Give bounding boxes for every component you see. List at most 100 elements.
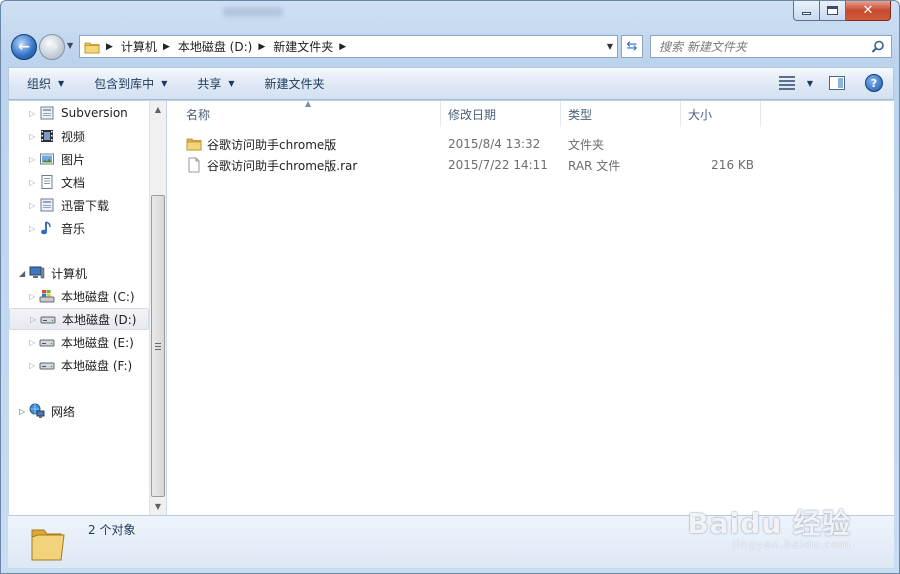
sidebar-item-drive-e[interactable]: ▷ 本地磁盘 (E:) [9, 331, 149, 353]
chevron-right-icon[interactable]: ▶ [258, 42, 265, 52]
recent-pages-dropdown[interactable]: ▼ [67, 41, 73, 50]
folder-icon [186, 138, 202, 151]
include-in-library-menu[interactable]: 包含到库中 ▼ [76, 68, 179, 99]
sidebar-item-subversion[interactable]: ▷ Subversion [9, 102, 149, 124]
collapse-arrow-icon[interactable]: ◢ [19, 269, 29, 278]
sidebar-item-drive-f[interactable]: ▷ 本地磁盘 (F:) [9, 354, 149, 376]
sidebar-item-computer[interactable]: ◢ 计算机 [9, 262, 149, 284]
expand-arrow-icon[interactable]: ▷ [29, 361, 39, 370]
new-folder-label: 新建文件夹 [264, 77, 325, 91]
sidebar-item-pictures[interactable]: ▷ 图片 [9, 148, 149, 170]
system-drive-icon [39, 290, 55, 303]
expand-arrow-icon[interactable]: ▷ [19, 407, 29, 416]
close-button[interactable]: ✕ [846, 1, 891, 21]
drive-icon [39, 362, 55, 370]
command-bar: 组织 ▼ 包含到库中 ▼ 共享 ▼ 新建文件夹 ▼ ? [8, 67, 894, 100]
chevron-right-icon[interactable]: ▶ [339, 42, 346, 52]
preview-pane-icon[interactable] [829, 76, 845, 90]
sidebar-item-label: 文档 [61, 175, 86, 190]
search-box[interactable] [650, 35, 892, 58]
sidebar-item-thunder-downloads[interactable]: ▷ 迅雷下载 [9, 194, 149, 216]
scroll-up-arrow-icon[interactable]: ▲ [150, 101, 166, 118]
expand-arrow-icon[interactable]: ▷ [29, 201, 39, 210]
sidebar-item-network[interactable]: ▷ 网络 [9, 400, 149, 422]
sidebar-item-label: 本地磁盘 (C:) [61, 289, 135, 304]
column-header-type[interactable]: 类型 [561, 101, 681, 127]
refresh-button[interactable]: ⇆ [621, 35, 643, 58]
scroll-down-arrow-icon[interactable]: ▼ [150, 498, 166, 515]
minimize-button[interactable] [793, 1, 820, 21]
picture-library-icon [40, 153, 54, 165]
folder-icon [31, 529, 65, 561]
search-input[interactable] [659, 39, 869, 54]
caption-buttons: ✕ [793, 1, 891, 21]
expand-arrow-icon[interactable]: ▷ [30, 315, 40, 324]
expand-arrow-icon[interactable]: ▷ [29, 292, 39, 301]
organize-label: 组织 [27, 77, 52, 91]
expand-arrow-icon[interactable]: ▷ [29, 132, 39, 141]
file-name-cell: 谷歌访问助手chrome版.rar [167, 157, 441, 174]
file-row-rar[interactable]: 谷歌访问助手chrome版.rar 2015/7/22 14:11 RAR 文件… [167, 155, 894, 175]
sidebar-item-documents[interactable]: ▷ 文档 [9, 171, 149, 193]
chevron-down-icon: ▼ [228, 79, 235, 88]
new-folder-button[interactable]: 新建文件夹 [247, 68, 337, 99]
column-headers: ▲ 名称 修改日期 类型 大小 [167, 99, 894, 127]
column-header-label: 修改日期 [448, 107, 497, 122]
search-icon[interactable] [870, 39, 886, 55]
sidebar-item-label: 本地磁盘 (D:) [62, 312, 137, 327]
breadcrumb-computer[interactable]: ▶ 计算机 [100, 38, 157, 55]
breadcrumb-new-folder[interactable]: ▶ 新建文件夹 ▶ [252, 38, 354, 55]
share-menu[interactable]: 共享 ▼ [179, 68, 246, 99]
file-size: 216 KB [711, 158, 754, 172]
back-arrow-icon: ← [18, 39, 30, 55]
drive-icon [39, 339, 55, 347]
sidebar-item-label: 本地磁盘 (E:) [61, 335, 134, 350]
item-count: 2 个对象 [88, 523, 136, 537]
sidebar-item-music[interactable]: ▷ 音乐 [9, 217, 149, 239]
details-view-icon[interactable] [778, 76, 795, 90]
file-row-folder[interactable]: 谷歌访问助手chrome版 2015/8/4 13:32 文件夹 [167, 134, 894, 154]
change-view-dropdown[interactable]: ▼ [807, 79, 813, 88]
column-header-name[interactable]: ▲ 名称 [167, 99, 441, 127]
sidebar-item-label: 图片 [61, 152, 86, 167]
breadcrumb-label[interactable]: 新建文件夹 [273, 38, 333, 55]
expand-arrow-icon[interactable]: ▷ [29, 224, 39, 233]
breadcrumb-label[interactable]: 本地磁盘 (D:) [178, 38, 252, 55]
column-header-label: 大小 [688, 107, 713, 122]
expand-arrow-icon[interactable]: ▷ [29, 178, 39, 187]
address-history-dropdown[interactable]: ▼ [607, 42, 613, 51]
sidebar-item-videos[interactable]: ▷ 视频 [9, 125, 149, 147]
chevron-right-icon[interactable]: ▶ [106, 42, 113, 52]
expand-arrow-icon[interactable]: ▷ [29, 155, 39, 164]
organize-menu[interactable]: 组织 ▼ [9, 68, 76, 99]
breadcrumb-label[interactable]: 计算机 [121, 38, 157, 55]
chevron-right-icon[interactable]: ▶ [163, 42, 170, 52]
back-button[interactable]: ← [11, 34, 37, 60]
navigation-pane-scrollbar[interactable]: ▲ ▼ [149, 101, 166, 515]
help-icon[interactable]: ? [865, 74, 883, 92]
computer-icon [29, 266, 45, 279]
grip-icon [155, 342, 161, 350]
sidebar-item-drive-d[interactable]: ▷ 本地磁盘 (D:) [9, 308, 149, 330]
expand-arrow-icon[interactable]: ▷ [29, 109, 39, 118]
scrollbar-thumb[interactable] [151, 195, 165, 497]
sidebar-item-label: 计算机 [51, 266, 88, 281]
file-type: RAR 文件 [568, 158, 621, 173]
sidebar-item-label: 迅雷下载 [61, 198, 110, 213]
file-list: ▲ 名称 修改日期 类型 大小 谷歌访问助手chrome版 2015/8/4 1… [167, 99, 894, 515]
sort-ascending-icon: ▲ [305, 99, 312, 108]
sidebar-item-drive-c[interactable]: ▷ 本地磁盘 (C:) [9, 285, 149, 307]
file-icon [188, 157, 200, 173]
column-header-date[interactable]: 修改日期 [441, 101, 561, 127]
column-header-label: 名称 [186, 107, 211, 122]
breadcrumb-drive-d[interactable]: ▶ 本地磁盘 (D:) [157, 38, 252, 55]
file-type: 文件夹 [568, 137, 605, 152]
address-bar[interactable]: ▶ 计算机 ▶ 本地磁盘 (D:) ▶ 新建文件夹 ▶ ▼ [79, 35, 618, 58]
column-header-size[interactable]: 大小 [681, 101, 761, 127]
maximize-icon [827, 6, 838, 15]
expand-arrow-icon[interactable]: ▷ [29, 338, 39, 347]
maximize-button[interactable] [820, 1, 846, 21]
forward-button[interactable]: → [39, 34, 65, 60]
file-date: 2015/8/4 13:32 [448, 137, 541, 151]
network-icon [29, 403, 45, 418]
